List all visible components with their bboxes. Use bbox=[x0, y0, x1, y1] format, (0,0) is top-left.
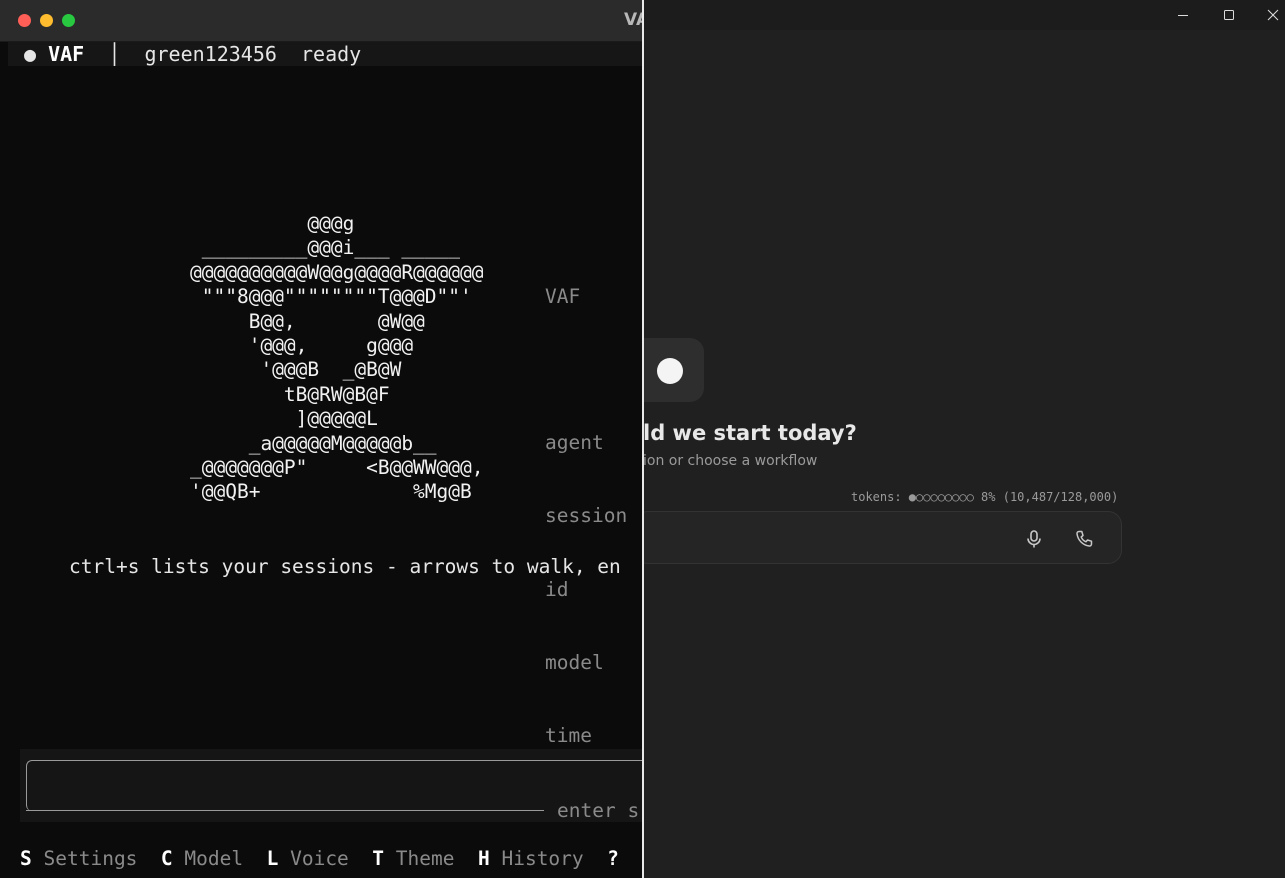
shortcut-theme[interactable]: T Theme bbox=[372, 847, 454, 870]
status-separator: │ bbox=[108, 42, 121, 66]
terminal-window-title: VAF bbox=[624, 10, 642, 30]
ascii-art-logo: @@@g _________@@@i___ _____ @@@@@@@@@@W@… bbox=[190, 212, 484, 504]
chat-app-window: ld we start today? ion or choose a workf… bbox=[642, 0, 1285, 878]
terminal-window: VAF ● VAF │ green123456 ready @@@g _____… bbox=[0, 0, 642, 878]
app-titlebar bbox=[644, 0, 1285, 30]
meta-label-app: VAF bbox=[545, 284, 581, 308]
app-logo bbox=[644, 338, 704, 402]
meta-label-session: session bbox=[545, 504, 628, 528]
phone-icon[interactable] bbox=[1073, 528, 1095, 550]
greeting-subtext: ion or choose a workflow bbox=[643, 453, 818, 469]
shortcut-voice[interactable]: L Voice bbox=[267, 847, 349, 870]
shortcut-history[interactable]: H History bbox=[478, 847, 584, 870]
logo-dot-icon bbox=[657, 358, 683, 384]
status-line: ● VAF │ green123456 ready bbox=[24, 43, 361, 65]
input-hint: enter s bbox=[557, 799, 640, 822]
minimize-icon[interactable] bbox=[1160, 0, 1206, 30]
session-id: green123456 bbox=[144, 42, 277, 66]
token-usage: tokens: ●○○○○○○○○ 8% (10,487/128,000) bbox=[851, 490, 1119, 504]
meta-label-agent: agent bbox=[545, 431, 604, 455]
close-icon[interactable] bbox=[1250, 0, 1285, 30]
session-meta-labels: VAF agent session id model time bbox=[545, 236, 627, 797]
status-app-name: VAF bbox=[48, 42, 85, 66]
close-window-button[interactable] bbox=[18, 14, 31, 27]
meta-label-spacer bbox=[545, 358, 627, 382]
shortcut-settings[interactable]: S Settings bbox=[20, 847, 137, 870]
shortcut-model[interactable]: C Model bbox=[161, 847, 243, 870]
shortcut-help[interactable]: ? bbox=[607, 847, 619, 870]
microphone-icon[interactable] bbox=[1023, 528, 1045, 550]
message-composer[interactable] bbox=[644, 511, 1122, 564]
meta-label-time: time bbox=[545, 724, 592, 748]
minimize-window-button[interactable] bbox=[40, 14, 53, 27]
sessions-tip: ctrl+s lists your sessions - arrows to w… bbox=[69, 555, 621, 578]
terminal-titlebar: VAF bbox=[0, 0, 642, 42]
shortcut-bar: S Settings C Model L Voice T Theme H His… bbox=[20, 847, 619, 870]
meta-label-id: id bbox=[545, 577, 569, 601]
prompt-input-field[interactable] bbox=[26, 760, 642, 811]
maximize-icon[interactable] bbox=[1206, 0, 1252, 30]
status-state: ready bbox=[301, 42, 362, 66]
greeting-heading: ld we start today? bbox=[643, 421, 857, 445]
meta-label-model: model bbox=[545, 650, 604, 674]
prompt-input-border bbox=[26, 810, 544, 811]
zoom-window-button[interactable] bbox=[62, 14, 75, 27]
status-bullet-icon: ● bbox=[24, 42, 37, 66]
